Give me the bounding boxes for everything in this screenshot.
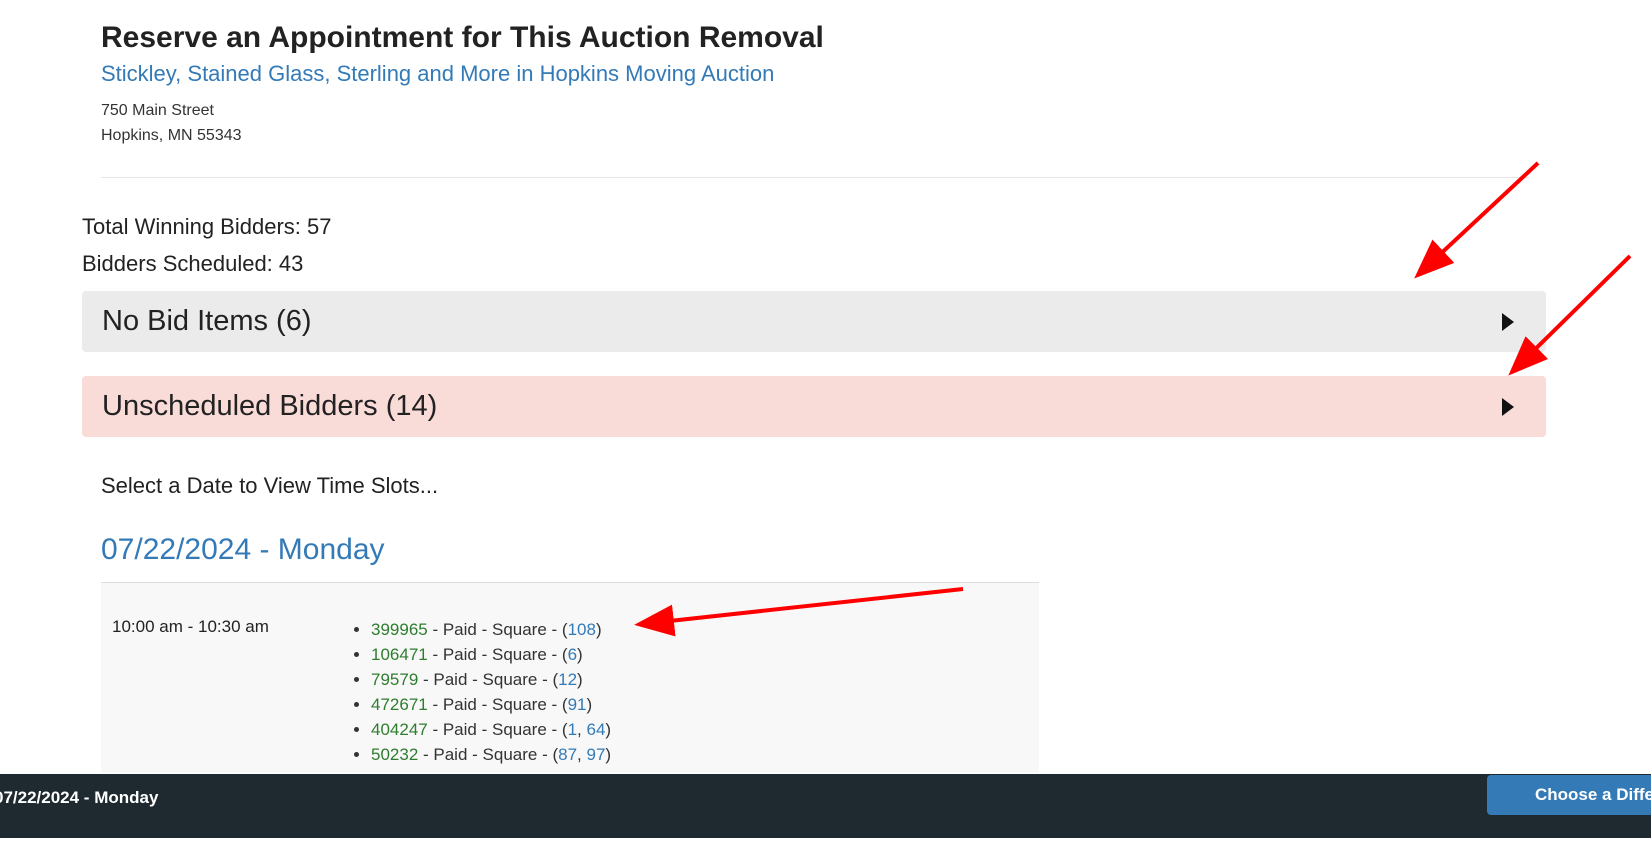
bidder-item: 399965 - Paid - Square - (108) (371, 617, 611, 642)
lot-link[interactable]: 1 (568, 720, 577, 739)
slot-time: 10:00 am - 10:30 am (112, 617, 269, 636)
choose-different-date-button[interactable]: Choose a Diffe (1487, 775, 1651, 815)
bidder-status: - Paid - Square - ( (418, 745, 559, 764)
bidder-id-link[interactable]: 106471 (371, 645, 428, 664)
lot-link[interactable]: 98 (568, 770, 587, 773)
lot-link[interactable]: 12 (558, 670, 577, 689)
lot-link[interactable]: 64 (586, 720, 605, 739)
lot-close-paren: ) (577, 670, 583, 689)
address: 750 Main Street Hopkins, MN 55343 (101, 98, 1529, 148)
footer-bar: 07/22/2024 - Monday Choose a Diffe (0, 774, 1651, 838)
no-bid-items-panel[interactable]: No Bid Items (6) (82, 291, 1546, 352)
bidder-id-link[interactable]: 368690 (371, 770, 428, 773)
bidder-id-link[interactable]: 472671 (371, 695, 428, 714)
address-line-1: 750 Main Street (101, 102, 214, 119)
bidder-item: 50232 - Paid - Square - (87, 97) (371, 742, 611, 767)
page-bottom (0, 838, 1651, 851)
bidder-status: - Paid - Square - ( (428, 770, 567, 773)
divider (101, 177, 1529, 178)
footer-date: 07/22/2024 - Monday (0, 788, 159, 807)
bidders-scheduled: Bidders Scheduled: 43 (82, 251, 304, 276)
caret-right-icon (1502, 397, 1514, 416)
bidder-item: 368690 - Paid - Square - (98) (371, 767, 611, 773)
lot-link[interactable]: 87 (558, 745, 577, 764)
page-title: Reserve an Appointment for This Auction … (101, 21, 824, 54)
bidder-id-link[interactable]: 404247 (371, 720, 428, 739)
lot-close-paren: ) (605, 720, 612, 739)
unscheduled-bidders-panel[interactable]: Unscheduled Bidders (14) (82, 376, 1546, 437)
date-heading[interactable]: 07/22/2024 - Monday (101, 533, 385, 567)
bidder-item: 404247 - Paid - Square - (1, 64) (371, 717, 611, 742)
lot-close-paren: ) (586, 695, 593, 714)
lot-close-paren: ) (595, 620, 602, 639)
no-bid-items-label: No Bid Items (6) (102, 305, 312, 337)
total-winning-bidders: Total Winning Bidders: 57 (82, 214, 332, 239)
lot-link[interactable]: 108 (568, 620, 596, 639)
bidder-status: - Paid - Square - ( (427, 695, 568, 714)
lot-link[interactable]: 6 (568, 645, 577, 664)
time-slot: 10:00 am - 10:30 am 399965 - Paid - Squa… (101, 582, 1039, 773)
auction-link[interactable]: Stickley, Stained Glass, Sterling and Mo… (101, 60, 774, 88)
bidder-list: 399965 - Paid - Square - (108)106471 - P… (353, 617, 611, 773)
bidder-item: 79579 - Paid - Square - (12) (371, 667, 611, 692)
bidder-status: - Paid - Square - ( (427, 620, 568, 639)
caret-right-icon (1502, 312, 1514, 331)
header-block: Reserve an Appointment for This Auction … (101, 20, 1529, 148)
unscheduled-bidders-label: Unscheduled Bidders (14) (102, 390, 438, 422)
bidder-id-link[interactable]: 79579 (371, 670, 418, 689)
bidder-item: 472671 - Paid - Square - (91) (371, 692, 611, 717)
bidder-status: - Paid - Square - ( (418, 670, 559, 689)
lot-link[interactable]: 91 (568, 695, 587, 714)
select-date-prompt: Select a Date to View Time Slots... (101, 473, 439, 498)
address-line-2: Hopkins, MN 55343 (101, 127, 242, 144)
lot-close-paren: ) (586, 770, 592, 773)
lot-link[interactable]: 97 (586, 745, 605, 764)
bidder-status: - Paid - Square - ( (427, 720, 568, 739)
bidder-id-link[interactable]: 399965 (371, 620, 428, 639)
lot-close-paren: ) (577, 645, 583, 664)
lot-close-paren: ) (605, 745, 612, 764)
page: Reserve an Appointment for This Auction … (0, 0, 1651, 851)
arrow-to-no-bid-items (1414, 161, 1540, 279)
bidder-item: 106471 - Paid - Square - (6) (371, 642, 611, 667)
bidder-id-link[interactable]: 50232 (371, 745, 418, 764)
bidder-status: - Paid - Square - ( (427, 645, 568, 664)
